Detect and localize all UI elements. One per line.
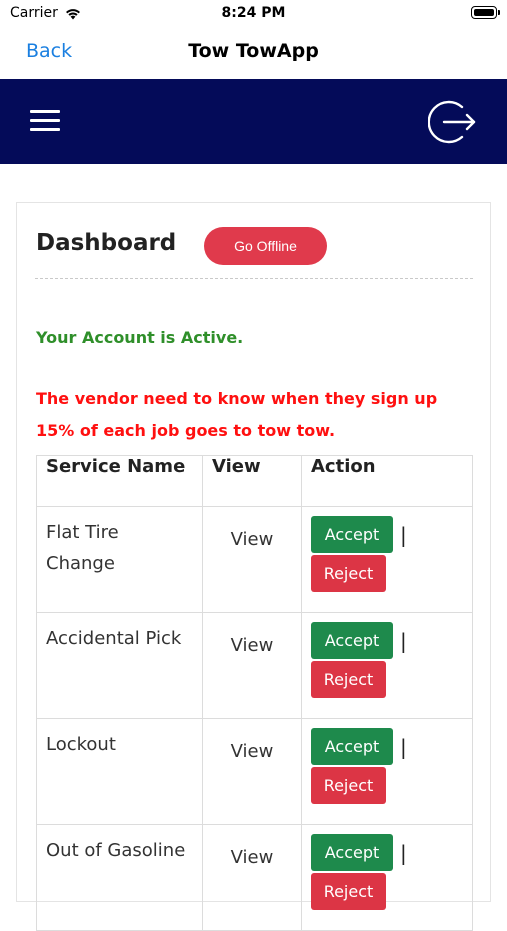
action-cell: Accept | Reject xyxy=(301,612,473,719)
service-name-cell: Accidental Pick xyxy=(36,612,203,719)
reject-button[interactable]: Reject xyxy=(311,661,386,698)
service-name: Flat Tire Change xyxy=(46,522,119,574)
reject-button[interactable]: Reject xyxy=(311,555,386,592)
accept-button[interactable]: Accept xyxy=(311,728,393,765)
action-cell: Accept | Reject xyxy=(301,506,473,613)
column-header-action: Action xyxy=(301,455,473,507)
table-row: Out of Gasoline View Accept | Reject xyxy=(36,824,473,931)
services-table: Service Name View Action Flat Tire Chang… xyxy=(36,455,473,931)
go-offline-button[interactable]: Go Offline xyxy=(204,227,327,265)
service-name: Out of Gasoline xyxy=(46,840,186,861)
table-header-row: Service Name View Action xyxy=(36,455,473,507)
service-name: Lockout xyxy=(46,734,116,755)
service-name-cell: Lockout xyxy=(36,718,203,825)
account-status-message: Your Account is Active. xyxy=(36,328,244,347)
view-link[interactable]: View xyxy=(203,825,301,868)
action-cell: Accept | Reject xyxy=(301,824,473,931)
service-name-cell: Flat Tire Change xyxy=(36,506,203,613)
column-header-service-name: Service Name xyxy=(36,455,203,507)
navigation-bar: Back Tow TowApp xyxy=(0,28,507,78)
table-row: Flat Tire Change View Accept | Reject xyxy=(36,506,473,613)
view-cell: View xyxy=(202,824,302,931)
reject-button[interactable]: Reject xyxy=(311,873,386,910)
page-title: Dashboard xyxy=(36,230,177,256)
view-link[interactable]: View xyxy=(203,719,301,762)
view-link[interactable]: View xyxy=(203,613,301,656)
hamburger-menu-icon[interactable] xyxy=(30,110,60,132)
status-bar: Carrier 8:24 PM xyxy=(0,0,507,28)
service-name-cell: Out of Gasoline xyxy=(36,824,203,931)
status-time: 8:24 PM xyxy=(221,5,286,21)
service-name: Accidental Pick xyxy=(46,628,182,649)
accept-button[interactable]: Accept xyxy=(311,516,393,553)
accept-button[interactable]: Accept xyxy=(311,834,393,871)
action-separator: | xyxy=(400,840,407,865)
logout-icon[interactable] xyxy=(428,99,478,145)
action-cell: Accept | Reject xyxy=(301,718,473,825)
battery-icon xyxy=(471,6,500,19)
view-cell: View xyxy=(202,506,302,613)
nav-title: Tow TowApp xyxy=(188,40,319,62)
table-row: Lockout View Accept | Reject xyxy=(36,718,473,825)
action-separator: | xyxy=(400,628,407,653)
view-cell: View xyxy=(202,718,302,825)
accept-button[interactable]: Accept xyxy=(311,622,393,659)
column-header-view: View xyxy=(202,455,302,507)
vendor-fee-warning: The vendor need to know when they sign u… xyxy=(36,389,438,440)
table-row: Accidental Pick View Accept | Reject xyxy=(36,612,473,719)
action-separator: | xyxy=(400,522,407,547)
view-cell: View xyxy=(202,612,302,719)
view-link[interactable]: View xyxy=(203,507,301,550)
reject-button[interactable]: Reject xyxy=(311,767,386,804)
action-separator: | xyxy=(400,734,407,759)
divider xyxy=(35,278,473,279)
